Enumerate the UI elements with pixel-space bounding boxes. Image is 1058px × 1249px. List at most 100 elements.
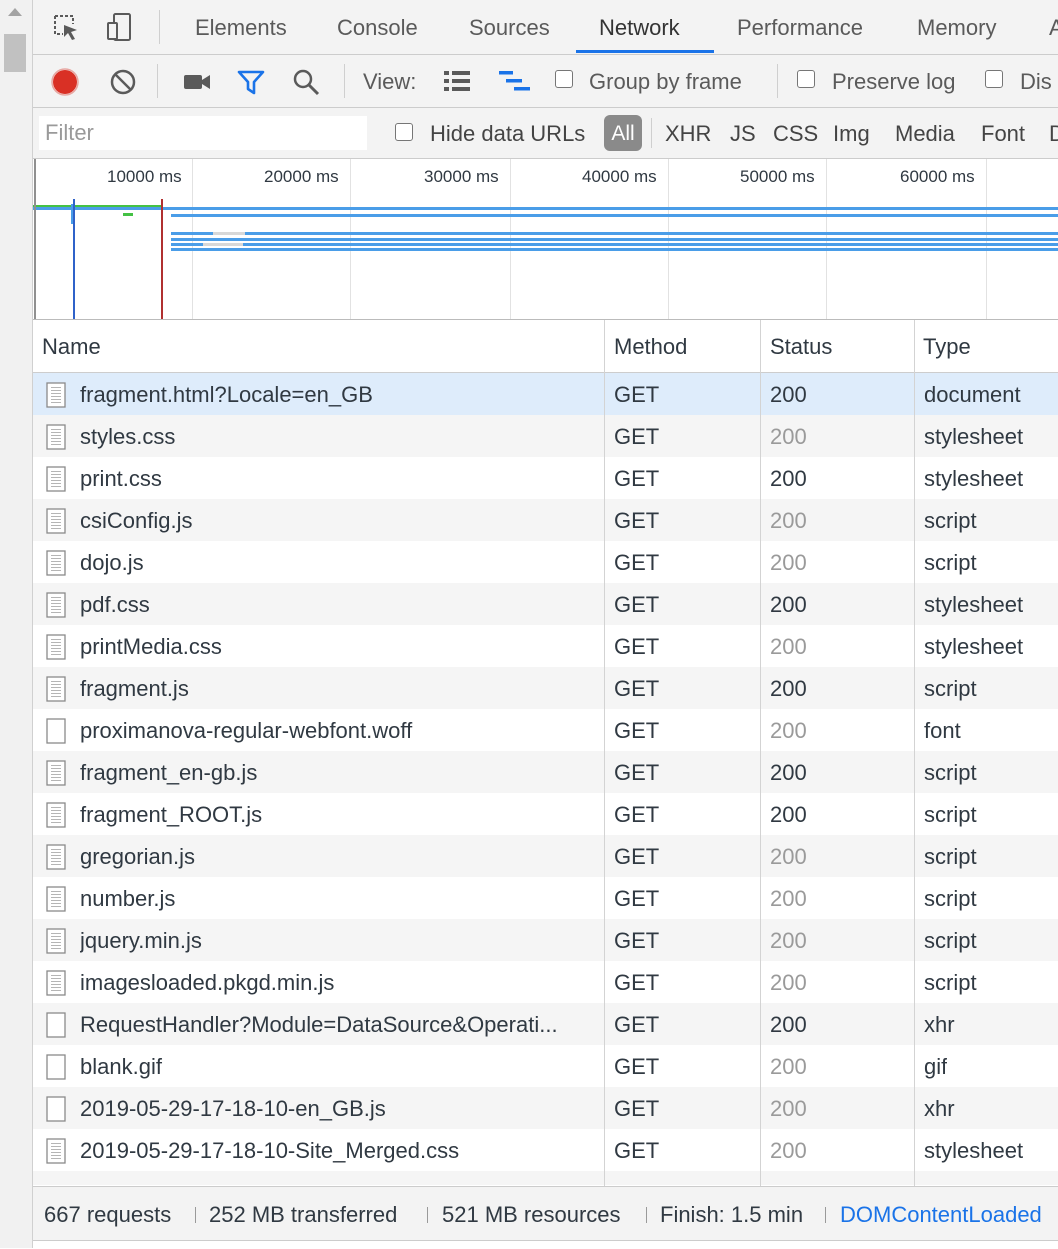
request-name: 2019-05-29-17-18-10-en_GB.js [80,1096,386,1121]
inspect-element-icon[interactable] [51,12,81,42]
disable-cache-label: Dis [1020,69,1052,94]
network-overview-timeline[interactable]: 10000 ms 20000 ms 30000 ms 40000 ms 5000… [33,159,1058,320]
waterfall-overview-icon[interactable] [498,68,532,94]
table-row[interactable]: fragment.js GET 200 script [33,667,1058,709]
table-row[interactable] [33,1171,1058,1185]
request-status: 200 [770,760,807,785]
request-status: 200 [770,550,807,575]
column-header-method[interactable]: Method [614,320,687,372]
document-icon [46,466,66,492]
request-type: script [924,928,977,953]
request-type: gif [924,1054,948,1079]
table-row[interactable]: pdf.css GET 200 stylesheet [33,583,1058,625]
large-rows-icon[interactable] [442,68,472,94]
scroll-thumb[interactable] [4,34,26,72]
device-toolbar-icon[interactable] [105,12,135,42]
tab-console[interactable]: Console [337,0,418,54]
disable-cache-checkbox[interactable] [985,70,1003,88]
table-row[interactable]: blank.gif GET 200 gif [33,1045,1058,1087]
document-icon [46,886,66,912]
table-row[interactable]: fragment.html?Locale=en_GB GET 200 document [33,373,1058,415]
table-row[interactable]: 2019-05-29-17-18-10-Site_Merged.css GET 20… [33,1129,1058,1171]
column-header-status[interactable]: Status [770,320,832,372]
table-row[interactable]: dojo.js GET 200 script [33,541,1058,583]
table-row[interactable]: number.js GET 200 script [33,877,1058,919]
document-icon [46,928,66,954]
screenshot-camera-icon[interactable] [181,68,213,96]
filter-type-font[interactable]: Font [981,108,1025,158]
summary-transferred: 252 MB transferred [209,1202,398,1227]
table-row[interactable]: csiConfig.js GET 200 script [33,499,1058,541]
timeline-bar [171,232,1058,235]
timeline-left-edge [34,159,36,319]
group-by-frame-checkbox[interactable] [555,70,573,88]
summary-separator [195,1207,196,1223]
table-row[interactable]: printMedia.css GET 200 stylesheet [33,625,1058,667]
clear-icon[interactable] [108,67,138,97]
filter-type-js[interactable]: JS [730,108,756,158]
devtools-scrollbar[interactable] [0,0,33,1248]
toolbar-separator [777,64,778,98]
preserve-log-checkbox[interactable] [797,70,815,88]
group-by-frame-label: Group by frame [589,69,742,94]
scroll-up-arrow-icon[interactable] [8,8,22,16]
table-row[interactable]: proximanova-regular-webfont.woff GET 200 fo… [33,709,1058,751]
request-type: script [924,970,977,995]
request-method: GET [614,634,660,659]
request-status: 200 [770,634,807,659]
request-type: script [924,508,977,533]
table-row[interactable]: fragment_en-gb.js GET 200 script [33,751,1058,793]
blank-file-icon [46,1096,66,1122]
request-method: GET [614,592,660,617]
network-toolbar: View: Group by frame Preserve log Dis [33,55,1058,108]
devtools-tab-bar: Elements Console Sources Network Perform… [33,0,1058,55]
request-method: GET [614,1054,660,1079]
timeline-bar [123,213,133,216]
request-type: xhr [924,1096,955,1121]
column-divider[interactable] [604,320,605,1186]
document-icon [46,970,66,996]
filter-type-xhr[interactable]: XHR [665,108,711,158]
request-name: styles.css [80,424,176,449]
request-name: fragment.js [80,676,189,701]
filter-type-media[interactable]: Media [895,108,955,158]
request-type: font [924,718,961,743]
record-icon[interactable] [50,67,80,97]
hide-data-urls-checkbox[interactable] [395,123,413,141]
filter-icon[interactable] [236,67,266,97]
filter-input[interactable] [39,116,367,150]
column-header-name[interactable]: Name [42,320,101,372]
table-row[interactable]: gregorian.js GET 200 script [33,835,1058,877]
table-row[interactable]: print.css GET 200 stylesheet [33,457,1058,499]
column-divider[interactable] [760,320,761,1186]
filter-type-css[interactable]: CSS [773,108,818,158]
column-divider[interactable] [914,320,915,1186]
filter-type-all[interactable]: All [604,115,642,151]
request-method: GET [614,928,660,953]
summary-separator [646,1207,647,1223]
toolbar-separator [344,64,345,98]
request-method: GET [614,718,660,743]
table-row[interactable]: RequestHandler?Module=DataSource&Operati… [33,1003,1058,1045]
table-row[interactable]: styles.css GET 200 stylesheet [33,415,1058,457]
column-header-type[interactable]: Type [923,320,971,372]
request-method: GET [614,844,660,869]
search-icon[interactable] [291,67,321,97]
table-row[interactable]: jquery.min.js GET 200 script [33,919,1058,961]
table-row[interactable]: 2019-05-29-17-18-10-en_GB.js GET 200 xhr [33,1087,1058,1129]
tab-performance[interactable]: Performance [737,0,863,54]
more-tabs-overflow[interactable]: A [1049,0,1058,54]
filter-type-img[interactable]: Img [833,108,870,158]
request-type: stylesheet [924,634,1024,659]
tab-sources[interactable]: Sources [469,0,550,54]
request-name: fragment.html?Locale=en_GB [80,382,373,407]
tab-elements[interactable]: Elements [195,0,287,54]
request-status: 200 [770,508,807,533]
request-list: fragment.html?Locale=en_GB GET 200 document… [33,373,1058,1185]
tab-network[interactable]: Network [599,0,680,54]
request-name: dojo.js [80,550,144,575]
tab-memory[interactable]: Memory [917,0,996,54]
table-row[interactable]: imagesloaded.pkgd.min.js GET 200 script [33,961,1058,1003]
filter-type-doc[interactable]: D [1049,108,1058,158]
table-row[interactable]: fragment_ROOT.js GET 200 script [33,793,1058,835]
